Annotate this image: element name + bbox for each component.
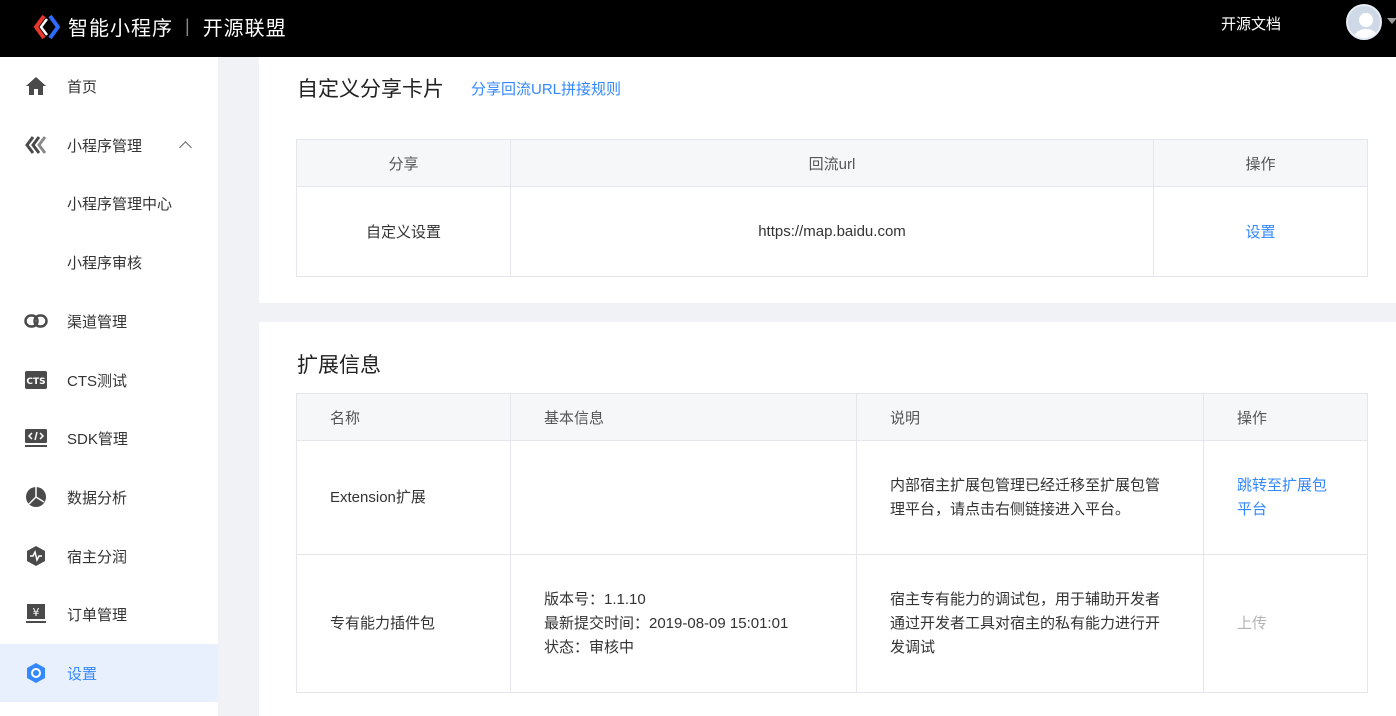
sidebar-item-miniprogram-review[interactable]: 小程序审核 — [0, 233, 218, 291]
description-cell: 宿主专有能力的调试包，用于辅助开发者通过开发者工具对宿主的私有能力进行开发调试 — [856, 554, 1204, 693]
column-header: 说明 — [856, 393, 1204, 441]
name-cell: 专有能力插件包 — [296, 554, 511, 693]
sidebar-item-label: CTS测试 — [67, 372, 128, 390]
top-bar: 智能小程序 | 开源联盟 开源文档 — [0, 0, 1396, 57]
status-text: 状态：审核中 — [544, 638, 635, 656]
sidebar-item-analytics[interactable]: 数据分析 — [0, 468, 218, 526]
goto-extension-platform-link[interactable]: 跳转至扩展包平台 — [1237, 477, 1327, 518]
logo-icon — [34, 14, 60, 40]
docs-link[interactable]: 开源文档 — [1221, 0, 1281, 50]
svg-text:CTS: CTS — [26, 377, 45, 387]
column-header: 回流url — [510, 139, 1154, 187]
column-header: 操作 — [1203, 393, 1368, 441]
sidebar-item-home[interactable]: 首页 — [0, 57, 218, 115]
cts-icon: CTS — [24, 368, 48, 392]
sidebar-item-host-revenue[interactable]: 宿主分润 — [0, 527, 218, 585]
column-header: 名称 — [296, 393, 511, 441]
sidebar-item-label: 设置 — [67, 665, 98, 683]
extension-table: 名称 基本信息 说明 操作 Extension扩展 内部宿主扩展包管理已经迁移至… — [296, 393, 1368, 693]
share-url-rule-link[interactable]: 分享回流URL拼接规则 — [471, 78, 621, 99]
action-cell: 设置 — [1153, 186, 1368, 277]
user-avatar-icon — [1354, 13, 1378, 38]
chevron-up-icon[interactable] — [179, 141, 192, 154]
miniprogram-icon — [24, 133, 48, 157]
extension-info-section: 扩展信息 名称 基本信息 说明 操作 Extension扩展 内部宿主扩展包管理… — [259, 322, 1396, 716]
sidebar-item-label: 小程序管理中心 — [67, 195, 173, 213]
brand-divider: | — [185, 15, 191, 36]
description-cell: 内部宿主扩展包管理已经迁移至扩展包管理平台，请点击右侧链接进入平台。 — [856, 440, 1204, 555]
upload-button[interactable]: 上传 — [1237, 615, 1267, 632]
submit-time-text: 最新提交时间：2019-08-09 15:01:01 — [544, 614, 789, 632]
sidebar-item-label: 首页 — [67, 78, 98, 96]
sidebar-item-orders[interactable]: ¥ 订单管理 — [0, 585, 218, 643]
sidebar-item-label: 订单管理 — [67, 606, 128, 624]
table-row: 专有能力插件包 版本号：1.1.10 最新提交时间：2019-08-09 15:… — [296, 554, 1368, 693]
brand-main: 智能小程序 — [68, 17, 173, 40]
action-cell: 上传 — [1203, 554, 1368, 693]
brand[interactable]: 智能小程序 | 开源联盟 — [68, 0, 287, 52]
yen-monitor-icon: ¥ — [24, 602, 48, 626]
sidebar-item-channel[interactable]: 渠道管理 — [0, 292, 218, 350]
basic-info-cell: 版本号：1.1.10 最新提交时间：2019-08-09 15:01:01 状态… — [510, 554, 857, 693]
sidebar-item-label: 数据分析 — [67, 489, 128, 507]
share-card-title: 自定义分享卡片 — [297, 78, 444, 101]
extension-card-title: 扩展信息 — [297, 354, 381, 377]
brand-sub: 开源联盟 — [202, 17, 287, 40]
sidebar-item-miniprogram-center[interactable]: 小程序管理中心 — [0, 174, 218, 232]
link-icon — [24, 309, 48, 333]
sidebar-item-settings[interactable]: 设置 — [0, 644, 218, 702]
return-url-cell: https://map.baidu.com — [510, 186, 1154, 277]
sidebar-item-cts[interactable]: CTS CTS测试 — [0, 351, 218, 409]
column-header: 基本信息 — [510, 393, 857, 441]
column-header: 分享 — [296, 139, 511, 187]
sidebar-item-miniprogram-manage[interactable]: 小程序管理 — [0, 116, 218, 174]
pie-chart-icon — [24, 485, 48, 509]
name-cell: Extension扩展 — [296, 440, 511, 555]
share-type-cell: 自定义设置 — [296, 186, 511, 277]
avatar-caret-icon[interactable] — [1387, 18, 1396, 24]
version-text: 版本号：1.1.10 — [544, 590, 646, 608]
settings-link[interactable]: 设置 — [1245, 224, 1275, 241]
table-row: Extension扩展 内部宿主扩展包管理已经迁移至扩展包管理平台，请点击右侧链… — [296, 440, 1368, 555]
avatar[interactable] — [1346, 4, 1382, 40]
svg-text:¥: ¥ — [33, 606, 40, 619]
pulse-icon — [24, 544, 48, 568]
sidebar-item-label: 小程序管理 — [67, 137, 143, 155]
basic-info-cell — [510, 440, 857, 555]
settings-icon — [24, 661, 48, 685]
sidebar-item-label: 渠道管理 — [67, 313, 128, 331]
sdk-code-icon — [24, 426, 48, 450]
home-icon — [24, 74, 48, 98]
column-header: 操作 — [1153, 139, 1368, 187]
sidebar-item-sdk[interactable]: SDK管理 — [0, 409, 218, 467]
sidebar: 首页 小程序管理 小程序管理中心 小程序审核 渠道管理 CTS CTS测试 SD… — [0, 57, 218, 716]
action-cell: 跳转至扩展包平台 — [1203, 440, 1368, 555]
sidebar-item-label: SDK管理 — [67, 430, 128, 448]
sidebar-item-label: 宿主分润 — [67, 548, 128, 566]
share-card-section: 自定义分享卡片 分享回流URL拼接规则 分享 回流url 操作 自定义设置 ht… — [259, 57, 1396, 303]
table-row: 自定义设置 https://map.baidu.com 设置 — [296, 186, 1368, 277]
sidebar-item-label: 小程序审核 — [67, 254, 143, 272]
share-table: 分享 回流url 操作 自定义设置 https://map.baidu.com … — [296, 139, 1368, 277]
